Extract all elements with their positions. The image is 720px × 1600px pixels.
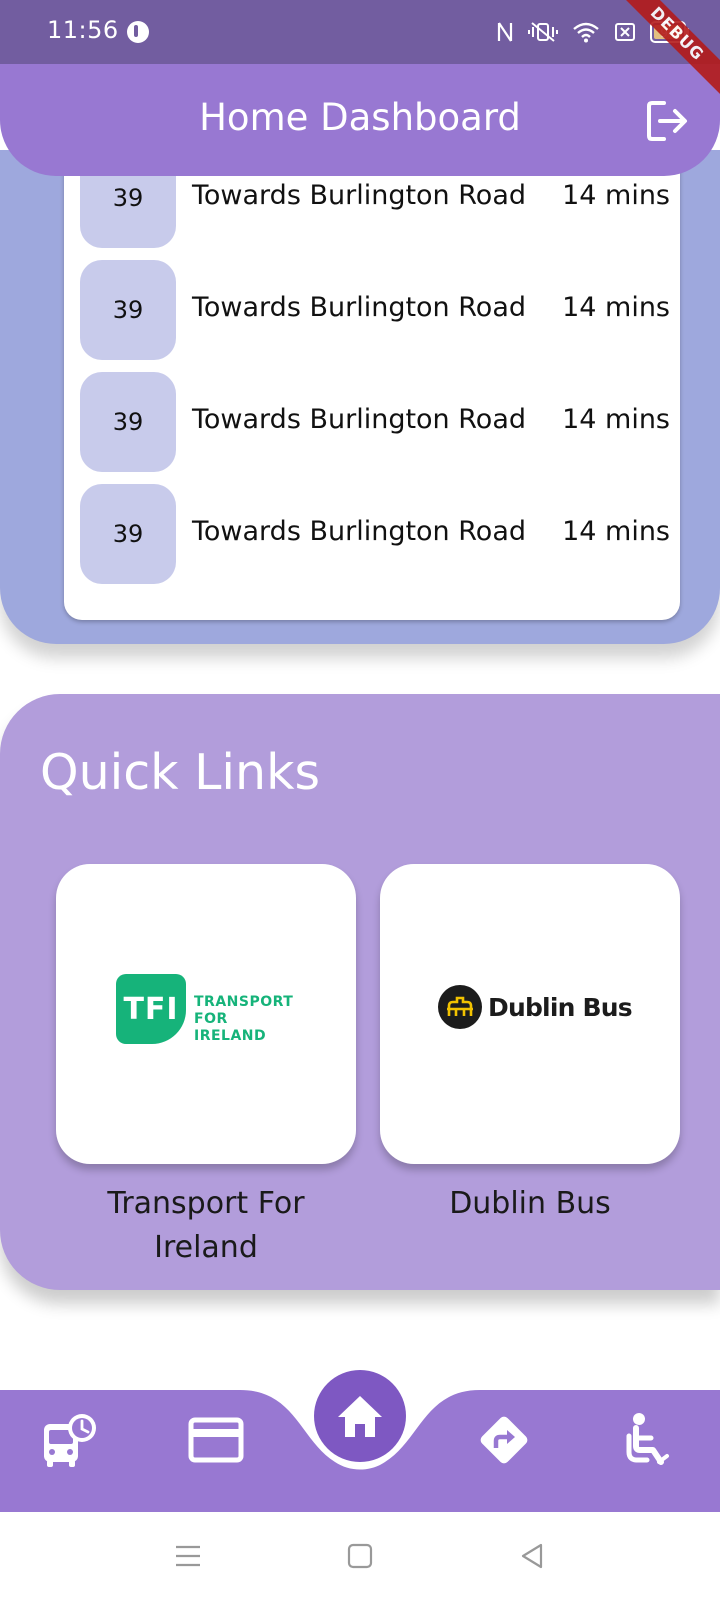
directions-icon xyxy=(480,1416,528,1464)
departure-row[interactable]: 39 Towards Burlington Road 14 mins xyxy=(80,484,670,584)
destination-text: Towards Burlington Road xyxy=(192,516,527,547)
nav-directions[interactable] xyxy=(474,1410,534,1470)
eta-text: 14 mins xyxy=(562,516,670,547)
route-badge: 39 xyxy=(80,372,176,472)
bottom-navigation xyxy=(0,1338,720,1512)
home-system-button[interactable] xyxy=(342,1538,378,1574)
eta-text: 14 mins xyxy=(562,180,670,211)
dublin-bus-logo: Dublin Bus xyxy=(438,984,638,1030)
card-icon xyxy=(188,1417,244,1463)
app-bar: Home Dashboard xyxy=(0,64,720,176)
vibrate-mute-icon xyxy=(528,22,558,42)
destination-text: Towards Burlington Road xyxy=(192,180,527,211)
departures-list[interactable]: 39 Towards Burlington Road 14 mins 39 To… xyxy=(64,150,680,620)
nav-card[interactable] xyxy=(186,1410,246,1470)
route-badge: 39 xyxy=(80,484,176,584)
square-icon xyxy=(347,1543,373,1569)
status-time: 11:56 xyxy=(47,16,119,44)
eta-text: 14 mins xyxy=(562,292,670,323)
accessibility-icon xyxy=(626,1413,669,1465)
quick-links-panel: Quick Links TFI TRANSPORT FOR IRELAND Tr… xyxy=(0,694,720,1290)
nav-home-button[interactable] xyxy=(314,1370,406,1462)
dublin-bus-logo-mark xyxy=(438,985,482,1029)
status-bar: 11:56 94 DEBUG xyxy=(0,0,720,110)
menu-icon xyxy=(176,1545,200,1567)
tfi-link-tile[interactable]: TFI TRANSPORT FOR IRELAND xyxy=(56,864,356,1164)
tfi-logo-mark: TFI xyxy=(116,974,186,1044)
departure-row[interactable]: 39 Towards Burlington Road 14 mins xyxy=(80,260,670,360)
sim-off-icon xyxy=(615,23,635,41)
tfi-logo-text: TRANSPORT FOR IRELAND xyxy=(194,994,294,1044)
tfi-link-label[interactable]: Transport For Ireland xyxy=(56,1182,356,1270)
recent-apps-button[interactable] xyxy=(170,1538,206,1574)
route-badge: 39 xyxy=(80,260,176,360)
wifi-icon xyxy=(573,22,599,43)
page-title: Home Dashboard xyxy=(199,96,521,139)
logout-button[interactable] xyxy=(644,98,690,144)
back-button[interactable] xyxy=(514,1538,550,1574)
destination-text: Towards Burlington Road xyxy=(192,292,527,323)
tfi-logo: TFI TRANSPORT FOR IRELAND xyxy=(116,974,296,1046)
bus-schedule-icon xyxy=(44,1414,96,1467)
notification-app-icon xyxy=(127,21,149,43)
back-triangle-icon xyxy=(521,1543,543,1569)
departure-row[interactable]: 39 Towards Burlington Road 14 mins xyxy=(80,372,670,472)
nav-accessibility[interactable] xyxy=(618,1410,678,1470)
quick-links-title: Quick Links xyxy=(40,744,321,801)
nav-bus-schedule[interactable] xyxy=(40,1410,100,1470)
nfc-icon xyxy=(497,22,513,42)
home-icon xyxy=(338,1396,382,1437)
dublin-bus-link-tile[interactable]: Dublin Bus xyxy=(380,864,680,1164)
dublin-bus-logo-text: Dublin Bus xyxy=(488,992,633,1022)
dublin-bus-link-label[interactable]: Dublin Bus xyxy=(380,1182,680,1226)
eta-text: 14 mins xyxy=(562,404,670,435)
system-navigation-bar xyxy=(0,1512,720,1600)
logout-icon xyxy=(647,101,687,141)
destination-text: Towards Burlington Road xyxy=(192,404,527,435)
